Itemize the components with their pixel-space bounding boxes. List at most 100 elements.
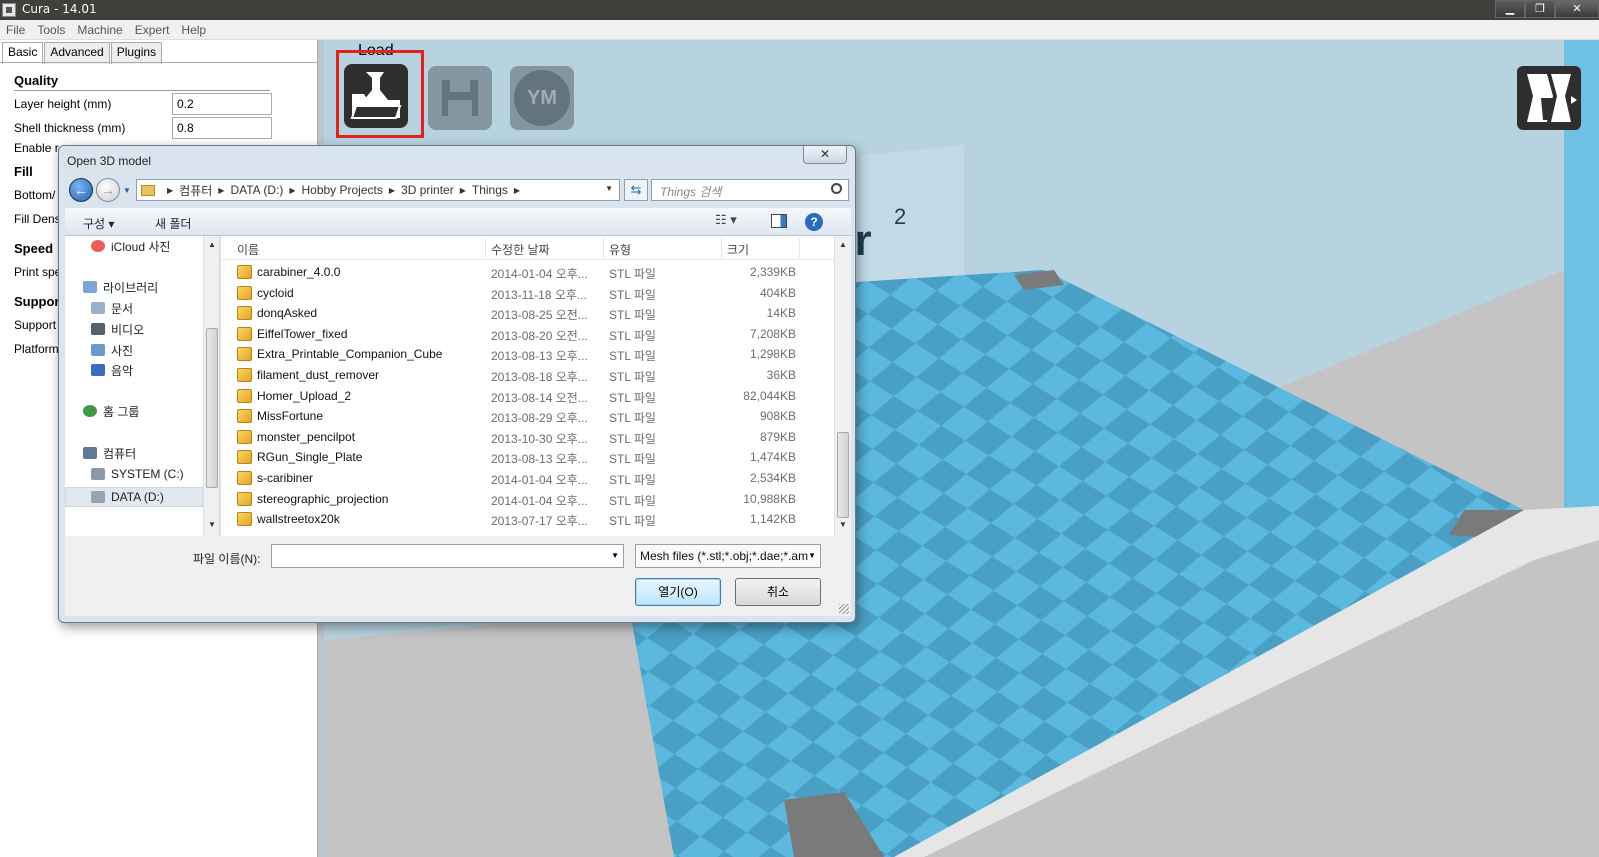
chevron-right-icon[interactable]: ▶ bbox=[389, 186, 395, 195]
open-button[interactable]: 열기(O) bbox=[635, 578, 721, 606]
nav-scroll-thumb[interactable] bbox=[206, 328, 218, 488]
column-divider[interactable] bbox=[799, 238, 800, 258]
file-scroll-thumb[interactable] bbox=[837, 432, 849, 518]
nav-scrollbar[interactable]: ▲ ▼ bbox=[203, 236, 219, 536]
scroll-up-icon[interactable]: ▲ bbox=[839, 240, 847, 249]
chevron-right-icon[interactable]: ▶ bbox=[167, 186, 173, 195]
file-type: STL 파일 bbox=[609, 349, 656, 364]
menu-machine[interactable]: Machine bbox=[71, 20, 128, 39]
column-divider[interactable] bbox=[485, 238, 486, 258]
file-row[interactable]: donqAsked 2013-08-25 오전... STL 파일 14KB bbox=[221, 303, 834, 324]
file-row[interactable]: EiffelTower_fixed 2013-08-20 오전... STL 파일 7… bbox=[221, 324, 834, 345]
file-name: filament_dust_remover bbox=[257, 368, 380, 382]
tab-advanced[interactable]: Advanced bbox=[44, 42, 110, 64]
breadcrumb-things[interactable]: Things bbox=[472, 183, 508, 197]
section-support-title: Suppor bbox=[14, 294, 60, 309]
youmagine-button[interactable]: YM bbox=[510, 66, 574, 130]
nav-item-homegroup[interactable]: 홈 그룹 bbox=[83, 402, 139, 420]
menu-tools[interactable]: Tools bbox=[31, 20, 71, 39]
forward-button[interactable]: → bbox=[96, 178, 120, 202]
filename-input[interactable]: ▼ bbox=[271, 544, 624, 568]
file-size: 879KB bbox=[759, 429, 796, 444]
breadcrumb-hobby-projects[interactable]: Hobby Projects bbox=[301, 183, 382, 197]
chevron-right-icon[interactable]: ▶ bbox=[460, 186, 466, 195]
file-row[interactable]: RGun_Single_Plate 2013-08-13 오후... STL 파일 1… bbox=[221, 447, 834, 468]
tab-plugins[interactable]: Plugins bbox=[110, 42, 163, 64]
column-divider[interactable] bbox=[721, 238, 722, 258]
stl-file-icon bbox=[237, 512, 252, 527]
file-row[interactable]: cycloid 2013-11-18 오후... STL 파일 404KB bbox=[221, 283, 834, 304]
cancel-button[interactable]: 취소 bbox=[735, 578, 821, 606]
column-date[interactable]: 수정한 날짜 bbox=[491, 241, 550, 258]
shell-thickness-input[interactable] bbox=[172, 117, 272, 139]
close-button[interactable]: ✕ bbox=[1555, 0, 1599, 18]
stl-file-icon bbox=[237, 450, 252, 465]
breadcrumb-3d-printer[interactable]: 3D printer bbox=[401, 183, 454, 197]
tab-basic[interactable]: Basic bbox=[2, 42, 44, 64]
history-dropdown-icon[interactable]: ▼ bbox=[123, 186, 131, 195]
view-mode-button[interactable] bbox=[1517, 66, 1581, 130]
menu-file[interactable]: File bbox=[0, 20, 31, 39]
file-row[interactable]: stereographic_projection 2014-01-04 오후...… bbox=[221, 489, 834, 510]
nav-item-music[interactable]: 음악 bbox=[91, 361, 133, 379]
back-button[interactable]: ← bbox=[69, 178, 93, 202]
file-row[interactable]: monster_pencilpot 2013-10-30 오후... STL 파일 8… bbox=[221, 427, 834, 448]
nav-item-libraries[interactable]: 라이브러리 bbox=[83, 278, 158, 296]
chevron-right-icon[interactable]: ▶ bbox=[514, 186, 520, 195]
file-type: STL 파일 bbox=[609, 514, 656, 529]
search-icon[interactable] bbox=[831, 183, 842, 194]
new-folder-button[interactable]: 새 폴더 bbox=[155, 215, 191, 232]
save-button[interactable] bbox=[428, 66, 492, 130]
resize-grip-icon[interactable] bbox=[839, 604, 849, 614]
file-type-select[interactable]: Mesh files (*.stl;*.obj;*.dae;*.amf ▼ bbox=[635, 544, 821, 568]
column-name[interactable]: 이름 bbox=[237, 241, 259, 258]
column-size[interactable]: 크기 bbox=[727, 241, 749, 258]
layer-height-input[interactable] bbox=[172, 93, 272, 115]
file-scrollbar[interactable]: ▲ ▼ bbox=[834, 236, 851, 536]
file-row[interactable]: wallstreetox20k 2013-07-17 오후... STL 파일 1,1… bbox=[221, 509, 834, 530]
nav-item-data-drive[interactable]: DATA (D:) bbox=[91, 488, 164, 506]
breadcrumb-data-drive[interactable]: DATA (D:) bbox=[230, 183, 283, 197]
chevron-right-icon[interactable]: ▶ bbox=[289, 186, 295, 195]
column-divider[interactable] bbox=[603, 238, 604, 258]
nav-item-system-drive[interactable]: SYSTEM (C:) bbox=[91, 465, 184, 483]
scroll-down-icon[interactable]: ▼ bbox=[208, 520, 216, 529]
nav-item-computer[interactable]: 컴퓨터 bbox=[83, 444, 136, 462]
nav-item-icloud-photos[interactable]: iCloud 사진 bbox=[91, 237, 170, 255]
refresh-button[interactable]: ⇆ bbox=[624, 179, 648, 201]
file-name: MissFortune bbox=[257, 409, 324, 424]
nav-item-label: 비디오 bbox=[111, 322, 145, 337]
organize-button[interactable]: 구성 ▾ bbox=[83, 215, 114, 232]
address-bar[interactable]: ▶ 컴퓨터 ▶ DATA (D:) ▶ Hobby Projects ▶ 3D … bbox=[136, 179, 620, 201]
file-row[interactable]: MissFortune 2013-08-29 오후... STL 파일 908KB bbox=[221, 406, 834, 427]
file-row[interactable]: filament_dust_remover 2013-08-18 오후... STL… bbox=[221, 365, 834, 386]
file-name: Extra_Printable_Companion_Cube bbox=[257, 347, 443, 362]
breadcrumb-computer[interactable]: 컴퓨터 bbox=[179, 182, 212, 199]
view-options-button[interactable]: ☷ ▾ bbox=[715, 212, 751, 232]
file-row[interactable]: Homer_Upload_2 2013-08-14 오전... STL 파일 82,0… bbox=[221, 386, 834, 407]
dialog-close-button[interactable]: ✕ bbox=[803, 146, 847, 164]
file-type-dropdown-icon[interactable]: ▼ bbox=[808, 551, 816, 560]
scroll-down-icon[interactable]: ▼ bbox=[839, 520, 847, 529]
stl-file-icon bbox=[237, 368, 252, 382]
preview-pane-icon[interactable] bbox=[771, 214, 787, 228]
address-dropdown-icon[interactable]: ▼ bbox=[605, 184, 613, 193]
scroll-up-icon[interactable]: ▲ bbox=[208, 240, 216, 249]
help-icon[interactable]: ? bbox=[805, 213, 823, 231]
restore-button[interactable]: ❐ bbox=[1525, 0, 1555, 18]
nav-item-videos[interactable]: 비디오 bbox=[91, 320, 144, 338]
file-row[interactable]: s-caribiner 2014-01-04 오후... STL 파일 2,534KB bbox=[221, 468, 834, 489]
minimize-button[interactable]: ▁ bbox=[1495, 0, 1525, 18]
load-button[interactable] bbox=[344, 64, 408, 128]
column-type[interactable]: 유형 bbox=[609, 241, 631, 258]
nav-item-pictures[interactable]: 사진 bbox=[91, 341, 133, 359]
file-row[interactable]: carabiner_4.0.0 2014-01-04 오후... STL 파일 2,3… bbox=[221, 262, 834, 283]
chevron-right-icon[interactable]: ▶ bbox=[218, 186, 224, 195]
file-row[interactable]: Extra_Printable_Companion_Cube 2013-08-13… bbox=[221, 344, 834, 365]
search-input[interactable]: Things 검색 bbox=[651, 179, 849, 201]
filename-dropdown-icon[interactable]: ▼ bbox=[611, 551, 619, 560]
menu-expert[interactable]: Expert bbox=[129, 20, 176, 39]
nav-item-documents[interactable]: 문서 bbox=[91, 299, 133, 317]
menu-help[interactable]: Help bbox=[175, 20, 212, 39]
file-date: 2013-10-30 오후... bbox=[491, 431, 588, 446]
